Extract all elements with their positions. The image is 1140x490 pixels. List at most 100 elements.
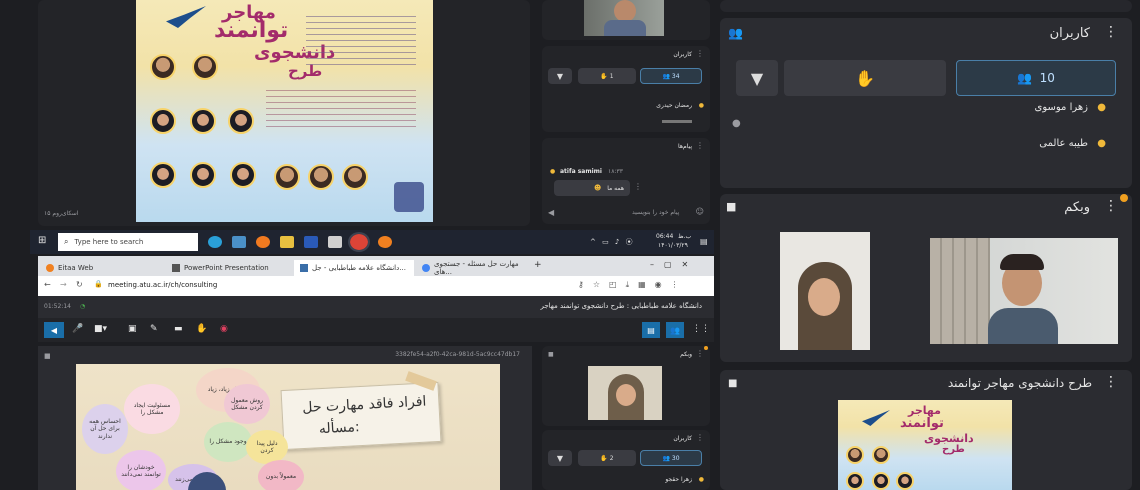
browser-tab[interactable]: Eitaa Web — [40, 260, 164, 276]
more-menu-icon[interactable]: ⋮ — [1104, 374, 1118, 390]
word-icon[interactable] — [304, 236, 318, 248]
filter-button[interactable]: ▼ — [548, 450, 572, 466]
bird-logo — [166, 6, 206, 28]
clock-ampm: ب.ظ — [678, 233, 692, 240]
record-icon[interactable]: ◉ — [220, 324, 228, 334]
app-icon[interactable] — [232, 236, 246, 248]
presentation-poster: مهاجر توانمند دانشجوی طرح — [838, 400, 1012, 490]
back-icon[interactable]: ← — [44, 280, 51, 289]
taskbar-search-box[interactable]: ⌕ Type here to search — [58, 233, 198, 251]
document-id: 3382fe54-a2f0-42ca-981d-5ac9cc47db17 — [395, 351, 520, 358]
microphone-icon[interactable]: 🎤 — [72, 324, 83, 334]
panel-title: وبکم — [680, 351, 692, 358]
users-icon[interactable]: 👥 — [666, 322, 684, 338]
more-menu-icon[interactable]: ⋮ — [696, 141, 704, 150]
speech-bubble: مسئولیت ایجاد مشکل را — [124, 384, 180, 434]
users-count-button[interactable]: 👥 30 — [640, 450, 702, 466]
tab-label: PowerPoint Presentation — [184, 264, 269, 272]
speaker-photo — [274, 164, 300, 190]
speech-bubble: خودشان را توانمند نمی‌دانند — [116, 450, 166, 490]
user-icon: ● — [698, 102, 704, 109]
chrome-icon[interactable] — [348, 232, 370, 252]
search-input[interactable]: Type here to search — [74, 238, 143, 246]
webcam-video-woman — [588, 366, 662, 420]
window-controls[interactable]: –▢✕ — [650, 260, 698, 269]
more-menu-icon[interactable]: ⋮ — [696, 349, 704, 358]
slides-favicon — [172, 264, 180, 272]
speaker-photo — [230, 162, 256, 188]
speaker-photo — [192, 54, 218, 80]
firefox-icon[interactable] — [256, 236, 270, 248]
url-field[interactable]: meeting.atu.ac.ir/ch/consulting — [108, 281, 217, 289]
raised-hands-button[interactable]: ✋ — [784, 60, 946, 96]
browser-tab[interactable]: PowerPoint Presentation — [166, 260, 292, 276]
browser-toolbar-icons[interactable]: ⚷☆◰⤓▦◉⋮ — [578, 280, 688, 290]
message-text: همه ما — [607, 184, 624, 192]
folder-icon[interactable]: ▬ — [174, 324, 183, 334]
filter-button[interactable]: ▼ — [548, 68, 572, 84]
speaker-photo — [228, 108, 254, 134]
speaker-photo — [190, 108, 216, 134]
chat-icon[interactable]: ▤ — [642, 322, 660, 338]
camera-icon: ■ — [726, 200, 737, 213]
hand-icon[interactable]: ✋ — [196, 324, 207, 334]
message-time: ۱۸:۳۳ — [608, 168, 623, 175]
more-menu-icon[interactable]: ⋮ — [696, 49, 704, 58]
clock-date: ۱۴۰۱/۰۳/۲۹ — [658, 242, 688, 249]
app-icon[interactable] — [328, 236, 342, 248]
emoji-picker-icon[interactable]: ☺ — [696, 207, 704, 216]
hand-icon: ✋ — [600, 72, 608, 80]
room-title: دانشگاه علامه طباطبایی : طرح دانشجوی توا… — [540, 302, 702, 310]
app-icon[interactable] — [378, 236, 392, 248]
speech-bubble: معمولاً بدون — [258, 460, 304, 490]
new-tab-button[interactable]: + — [534, 260, 542, 270]
meeting-timer: 01:52:14 — [44, 303, 71, 310]
users-count: 34 — [671, 72, 680, 80]
windows-start-icon[interactable]: ⊞ — [38, 235, 46, 246]
reload-icon[interactable]: ↻ — [76, 280, 83, 289]
panel-title: کاربران — [673, 51, 692, 58]
users-count-button[interactable]: 👥 34 — [640, 68, 702, 84]
file-explorer-icon[interactable] — [280, 236, 294, 248]
mini-messages-panel: پیام‌ها ⋮ ● atifa samimi ۱۸:۳۳ همه ما ⋮ … — [542, 138, 710, 224]
browser-tab[interactable]: مهارت حل مسئله - جستجوی های... — [416, 260, 528, 276]
meeting-toolbar: ◀ 🎤 ■▾ ▣ ✎ ▬ ✋ ◉ ▤ 👥 ⋮⋮ — [38, 318, 714, 342]
search-icon: ⌕ — [64, 237, 69, 246]
whiteboard-icon[interactable]: ▣ — [128, 324, 137, 334]
panel-title: وبکم — [1064, 200, 1090, 215]
message-input[interactable]: پیام خود را بنویسید — [632, 209, 679, 216]
forward-icon[interactable]: → — [60, 280, 67, 289]
user-icon: ● — [1097, 138, 1106, 149]
scroll-indicator[interactable]: ● — [732, 118, 741, 129]
speaker-photo — [342, 164, 368, 190]
grid-icon[interactable]: ⋮⋮ — [692, 324, 710, 334]
clock-time: 06:44 — [656, 233, 674, 240]
send-icon[interactable]: ◀ — [548, 208, 554, 217]
users-count-button[interactable]: 👥 10 — [956, 60, 1116, 96]
poster-text-block — [306, 16, 416, 66]
users-count: 10 — [1039, 71, 1055, 85]
filter-button[interactable]: ▼ — [736, 60, 778, 96]
meeting-header: 01:52:14 ◔ دانشگاه علامه طباطبایی : طرح … — [38, 296, 714, 318]
share-screen-icon[interactable]: ◀ — [44, 322, 64, 338]
users-icon: 👥 — [728, 26, 743, 40]
raised-hands-button[interactable]: ✋ 2 — [578, 450, 636, 466]
camera-icon[interactable]: ■▾ — [94, 324, 107, 334]
university-logo — [394, 182, 424, 212]
notifications-icon[interactable]: ▤ — [700, 237, 708, 246]
sender-icon: ● — [550, 168, 556, 175]
more-menu-icon[interactable]: ⋮ — [1104, 24, 1118, 40]
more-menu-icon[interactable]: ⋮ — [1104, 198, 1118, 214]
room-footer-label: اسکای‌روم ۱۵ — [44, 210, 79, 217]
browser-tab-active[interactable]: دانشگاه علامه طباطبایی - جل... — [294, 260, 414, 276]
message-more-icon[interactable]: ⋮ — [634, 182, 642, 191]
system-tray-icons[interactable]: ^ ▭ ♪ ⦿ — [590, 237, 635, 247]
edge-icon[interactable] — [208, 236, 222, 248]
right-presentation-panel: طرح دانشجوی مهاجر توانمند ⋮ ■ مهاجر توان… — [720, 370, 1132, 490]
pen-icon[interactable]: ✎ — [150, 324, 158, 334]
more-menu-icon[interactable]: ⋮ — [696, 433, 704, 442]
webcam-video-man — [930, 238, 1118, 344]
tab-label: دانشگاه علامه طباطبایی - جل... — [312, 264, 406, 272]
speech-bubble: احساس همه برای حل آن ندارند — [82, 404, 128, 454]
raised-hands-button[interactable]: ✋ 1 — [578, 68, 636, 84]
